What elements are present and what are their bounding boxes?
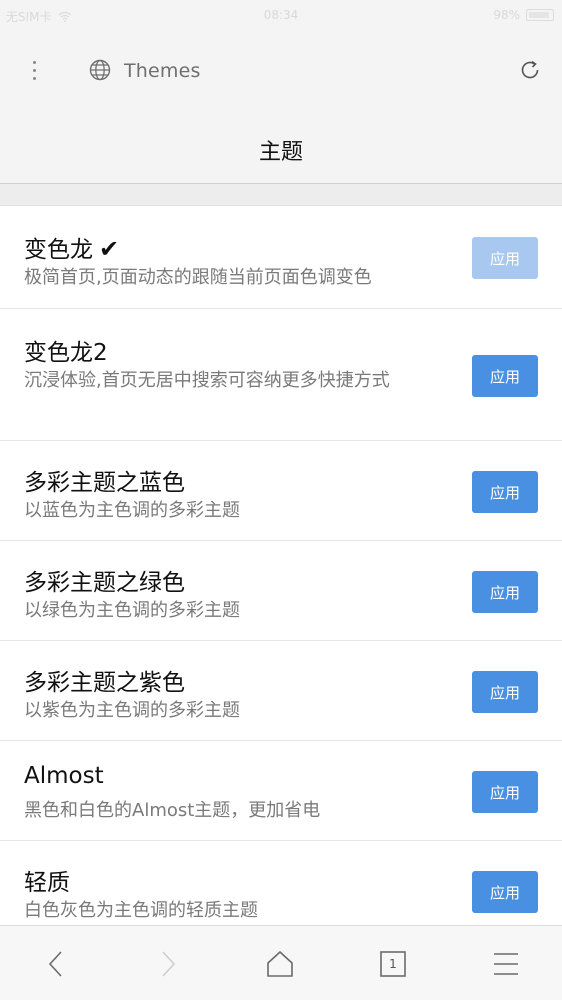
theme-item: 多彩主题之绿色 以绿色为主色调的多彩主题 应用 (0, 541, 562, 641)
theme-item: 轻质 白色灰色为主色调的轻质主题 应用 (0, 841, 562, 931)
battery-percent: 98% (493, 8, 520, 22)
page-url-title[interactable]: Themes (124, 60, 201, 82)
checkmark-icon: ✔ (99, 235, 120, 263)
page-header: 主题 (0, 110, 562, 184)
tabs-count: 1 (389, 957, 397, 971)
theme-name: 多彩主题之绿色 (24, 570, 185, 596)
theme-name: 变色龙 ✔ (24, 235, 120, 263)
chevron-right-icon[interactable] (148, 944, 188, 984)
globe-icon (89, 59, 111, 81)
theme-item: 变色龙2 沉浸体验,首页无居中搜索可容纳更多快捷方式 应用 (0, 309, 562, 441)
theme-description: 以蓝色为主色调的多彩主题 (24, 500, 240, 521)
theme-item: 多彩主题之紫色 以紫色为主色调的多彩主题 应用 (0, 641, 562, 741)
status-bar: 无SIM卡 08:34 98% (0, 0, 562, 30)
theme-item: 变色龙 ✔ 极简首页,页面动态的跟随当前页面色调变色 应用 (0, 206, 562, 309)
home-icon[interactable] (260, 944, 300, 984)
more-vertical-icon[interactable] (22, 54, 46, 86)
theme-name: 多彩主题之紫色 (24, 670, 185, 696)
theme-description: 以绿色为主色调的多彩主题 (24, 600, 240, 621)
page-title: 主题 (258, 140, 303, 165)
theme-name: 变色龙2 (24, 340, 108, 366)
theme-name: Almost (24, 763, 104, 789)
theme-name: 轻质 (24, 870, 70, 896)
theme-description: 以紫色为主色调的多彩主题 (24, 700, 240, 721)
apply-button[interactable]: 应用 (472, 871, 538, 913)
theme-description: 黑色和白色的Almost主题，更加省电 (24, 800, 321, 821)
apply-button[interactable]: 应用 (472, 355, 538, 397)
apply-button[interactable]: 应用 (472, 237, 538, 279)
theme-list: 变色龙 ✔ 极简首页,页面动态的跟随当前页面色调变色 应用 变色龙2 沉浸体验,首… (0, 206, 562, 931)
section-divider (0, 184, 562, 206)
theme-item: 多彩主题之蓝色 以蓝色为主色调的多彩主题 应用 (0, 441, 562, 541)
theme-description: 白色灰色为主色调的轻质主题 (24, 900, 258, 921)
chevron-left-icon[interactable] (36, 944, 76, 984)
theme-item: Almost 黑色和白色的Almost主题，更加省电 应用 (0, 741, 562, 841)
apply-button[interactable]: 应用 (472, 571, 538, 613)
battery-icon (526, 9, 554, 21)
apply-button[interactable]: 应用 (472, 771, 538, 813)
apply-button[interactable]: 应用 (472, 471, 538, 513)
theme-description: 极简首页,页面动态的跟随当前页面色调变色 (24, 267, 372, 288)
hamburger-menu-icon[interactable] (486, 944, 526, 984)
status-time: 08:34 (263, 8, 299, 22)
bottom-navigation: 1 (0, 925, 562, 1000)
browser-toolbar: Themes (0, 30, 562, 110)
theme-name: 多彩主题之蓝色 (24, 470, 185, 496)
tabs-icon[interactable]: 1 (373, 944, 413, 984)
theme-description: 沉浸体验,首页无居中搜索可容纳更多快捷方式 (24, 370, 390, 391)
apply-button[interactable]: 应用 (472, 671, 538, 713)
refresh-icon[interactable] (518, 58, 542, 82)
